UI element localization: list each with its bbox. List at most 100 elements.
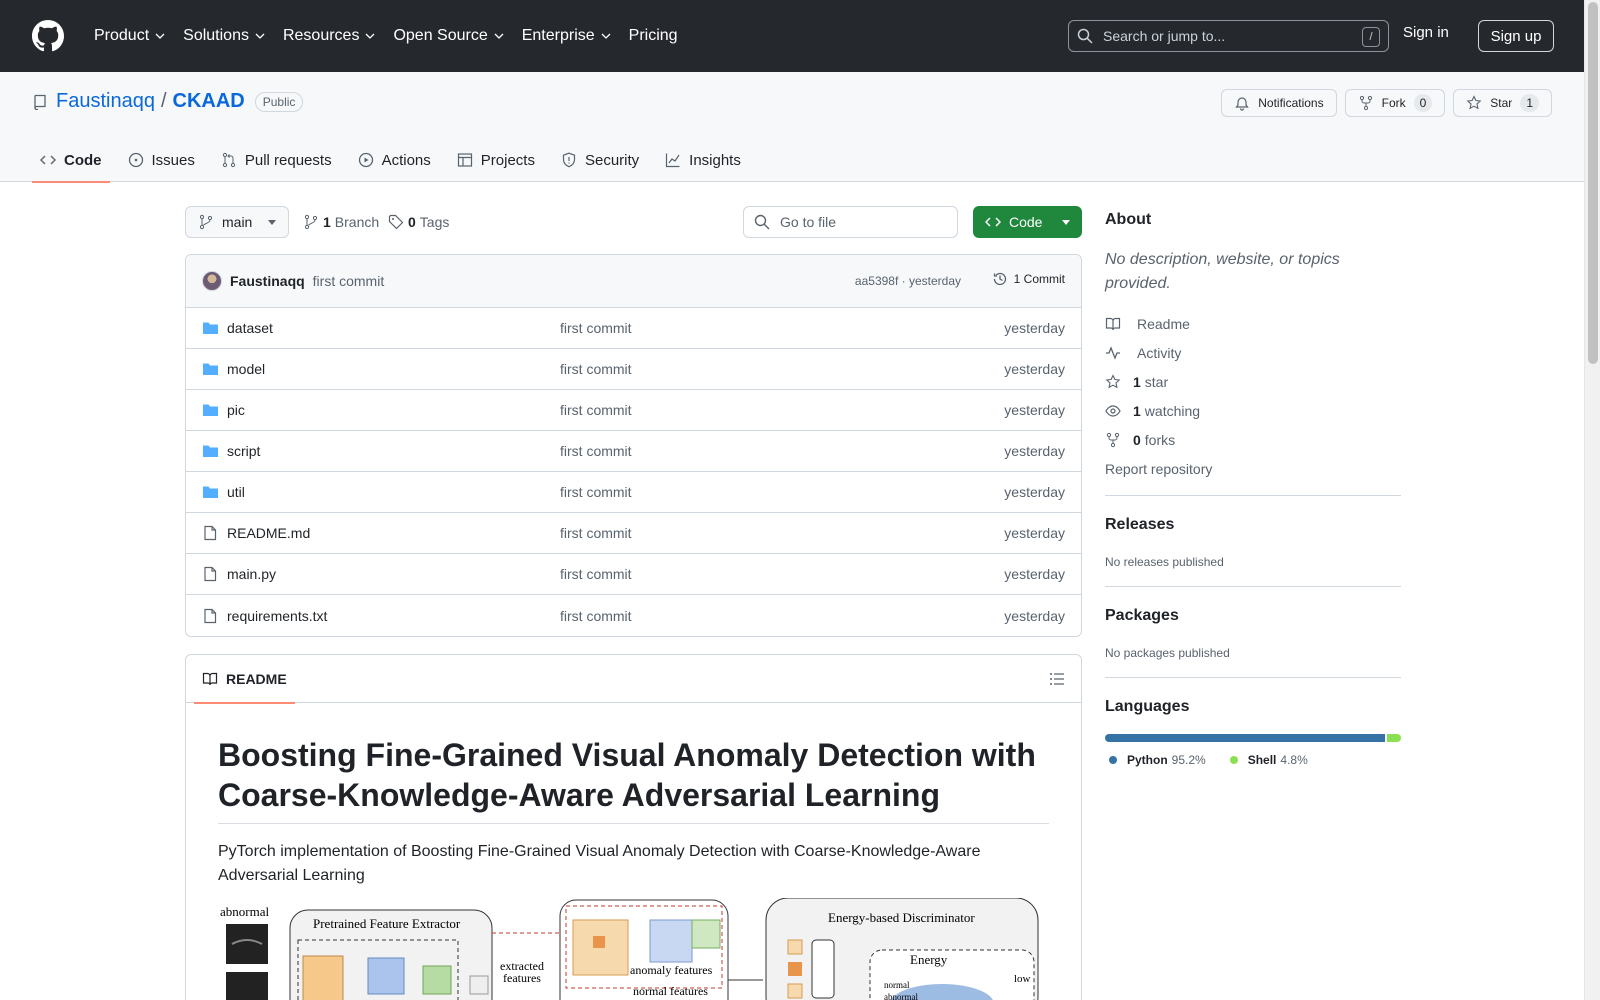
repo-owner-link[interactable]: Faustinaqq xyxy=(56,90,155,113)
book-icon xyxy=(202,672,218,686)
sign-in-link[interactable]: Sign in xyxy=(1403,24,1449,41)
repo-title: Faustinaqq / CKAAD Public xyxy=(32,90,304,113)
readme-tab[interactable]: README xyxy=(194,655,295,704)
tab-security[interactable]: Security xyxy=(553,138,647,182)
file-commit-message[interactable]: first commit xyxy=(560,320,632,336)
pull-request-icon xyxy=(222,152,235,168)
file-name-link[interactable]: main.py xyxy=(227,566,276,582)
report-repository-link[interactable]: Report repository xyxy=(1105,461,1212,477)
history-icon xyxy=(993,272,1006,286)
file-name-link[interactable]: script xyxy=(227,443,260,459)
repo-tabs: Code Issues Pull requests Actions Projec… xyxy=(32,138,759,183)
file-name-link[interactable]: requirements.txt xyxy=(227,608,327,624)
file-row[interactable]: main.py first commit yesterday xyxy=(186,554,1081,595)
tags-link[interactable]: 0 Tags xyxy=(388,206,449,238)
language-bar xyxy=(1105,734,1401,742)
file-commit-message[interactable]: first commit xyxy=(560,608,632,624)
fig-label-abnormal: abnormal xyxy=(220,904,269,919)
file-commit-message[interactable]: first commit xyxy=(560,361,632,377)
commit-message[interactable]: first commit xyxy=(313,273,385,289)
activity-link[interactable]: Activity xyxy=(1105,345,1181,361)
language-python[interactable]: Python 95.2% xyxy=(1109,753,1206,767)
star-button[interactable]: Star 1 xyxy=(1453,89,1552,117)
tab-code[interactable]: Code xyxy=(32,138,110,183)
commit-author[interactable]: Faustinaqq xyxy=(230,273,305,289)
language-shell[interactable]: Shell 4.8% xyxy=(1229,753,1308,767)
language-dot xyxy=(1229,756,1238,764)
readme-header: README xyxy=(186,655,1081,704)
search-input[interactable]: Search or jump to... / xyxy=(1068,20,1389,52)
repo-name-link[interactable]: CKAAD xyxy=(173,90,245,113)
file-commit-time: yesterday xyxy=(1004,484,1065,500)
releases-heading[interactable]: Releases xyxy=(1105,516,1174,534)
commit-meta[interactable]: aa5398f · yesterday xyxy=(855,274,961,288)
play-icon xyxy=(358,152,373,168)
nav-enterprise[interactable]: Enterprise xyxy=(514,21,619,51)
watchers-link[interactable]: 1 watching xyxy=(1105,403,1200,419)
packages-heading[interactable]: Packages xyxy=(1105,607,1179,625)
outline-list-icon[interactable] xyxy=(1049,671,1065,687)
branches-link[interactable]: 1 Branch xyxy=(303,206,379,238)
scrollbar-thumb[interactable] xyxy=(1588,2,1598,364)
forks-link[interactable]: 0 forks xyxy=(1105,432,1175,448)
commit-history-link[interactable]: 1 Commit xyxy=(992,271,1065,287)
code-dropdown-button[interactable]: Code xyxy=(973,206,1082,238)
file-name-link[interactable]: pic xyxy=(227,402,245,418)
nav-pricing[interactable]: Pricing xyxy=(621,21,686,51)
tab-issues[interactable]: Issues xyxy=(120,138,203,182)
file-name-link[interactable]: README.md xyxy=(227,525,310,541)
nav-open-source[interactable]: Open Source xyxy=(385,21,511,51)
file-commit-message[interactable]: first commit xyxy=(560,525,632,541)
repo-path-separator: / xyxy=(160,90,167,112)
file-row[interactable]: model first commit yesterday xyxy=(186,349,1081,390)
file-row[interactable]: requirements.txt first commit yesterday xyxy=(186,595,1081,636)
avatar[interactable] xyxy=(202,271,222,291)
tab-actions[interactable]: Actions xyxy=(350,138,439,182)
go-to-file-input[interactable]: Go to file xyxy=(743,206,958,238)
folder-icon xyxy=(203,445,218,457)
file-commit-message[interactable]: first commit xyxy=(560,402,632,418)
page-scrollbar[interactable] xyxy=(1584,0,1600,1000)
repo-icon xyxy=(34,94,46,110)
file-commit-message[interactable]: first commit xyxy=(560,484,632,500)
readme-link[interactable]: Readme xyxy=(1105,316,1190,332)
search-shortcut-key: / xyxy=(1362,27,1380,47)
tab-projects[interactable]: Projects xyxy=(449,138,543,182)
file-name-link[interactable]: model xyxy=(227,361,265,377)
tab-insights[interactable]: Insights xyxy=(657,138,749,182)
file-browser: Faustinaqq first commit aa5398f · yester… xyxy=(185,254,1082,637)
file-commit-message[interactable]: first commit xyxy=(560,443,632,459)
caret-down-icon xyxy=(1062,220,1070,225)
nav-product[interactable]: Product xyxy=(86,21,173,51)
fork-icon xyxy=(1359,95,1372,111)
file-row[interactable]: pic first commit yesterday xyxy=(186,390,1081,431)
branch-selector[interactable]: main xyxy=(185,206,289,238)
file-name-link[interactable]: dataset xyxy=(227,320,273,336)
latest-commit-row: Faustinaqq first commit aa5398f · yester… xyxy=(186,255,1081,308)
file-name-link[interactable]: util xyxy=(227,484,245,500)
sign-up-button[interactable]: Sign up xyxy=(1478,20,1554,52)
file-commit-time: yesterday xyxy=(1004,607,1065,624)
language-legend: Python 95.2% Shell 4.8% xyxy=(1109,753,1308,767)
file-row[interactable]: util first commit yesterday xyxy=(186,472,1081,513)
folder-icon xyxy=(203,322,218,334)
file-row[interactable]: script first commit yesterday xyxy=(186,431,1081,472)
nav-solutions[interactable]: Solutions xyxy=(175,21,273,51)
notifications-button[interactable]: Notifications xyxy=(1221,89,1337,117)
tab-pull-requests[interactable]: Pull requests xyxy=(213,138,340,182)
file-row[interactable]: dataset first commit yesterday xyxy=(186,308,1081,349)
fig-label-normal: normal xyxy=(884,980,910,990)
code-icon xyxy=(40,155,56,165)
github-logo-icon[interactable] xyxy=(32,20,64,52)
file-row[interactable]: README.md first commit yesterday xyxy=(186,513,1081,554)
nav-resources[interactable]: Resources xyxy=(275,21,383,51)
fig-label-anomaly-features: anomaly features xyxy=(630,963,713,977)
fork-button[interactable]: Fork 0 xyxy=(1344,89,1446,117)
fork-icon xyxy=(1106,432,1120,448)
issue-icon xyxy=(128,152,143,168)
fig-label-energy: Energy xyxy=(910,952,948,967)
file-commit-time: yesterday xyxy=(1004,525,1065,541)
file-commit-message[interactable]: first commit xyxy=(560,566,632,582)
stars-link[interactable]: 1 star xyxy=(1105,374,1168,390)
file-icon xyxy=(204,525,217,541)
